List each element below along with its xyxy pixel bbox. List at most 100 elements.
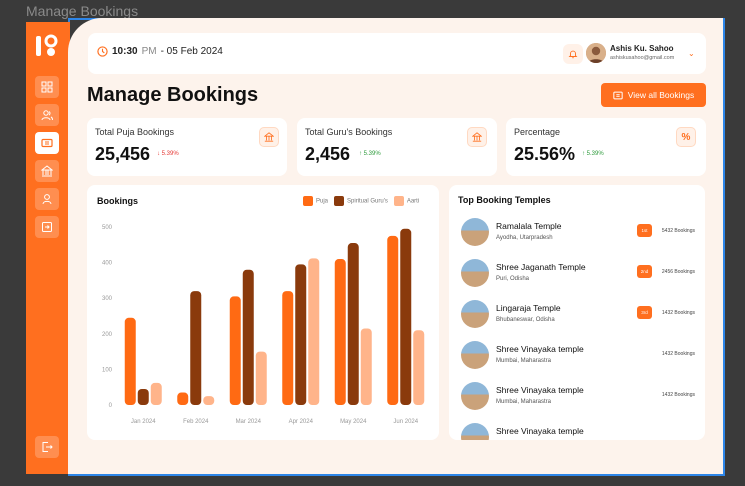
temples-title: Top Booking Temples bbox=[458, 195, 551, 205]
stat-label: Total Puja Bookings bbox=[95, 127, 175, 137]
dashboard-icon bbox=[41, 81, 53, 93]
view-all-bookings-button[interactable]: View all Bookings bbox=[601, 83, 706, 107]
bar-puja-5[interactable] bbox=[387, 235, 399, 405]
export-icon bbox=[42, 222, 52, 232]
bar-aarti-0[interactable] bbox=[150, 382, 162, 405]
temple-list-item[interactable]: Shree Vinayaka temple Mumbai, Maharastra 1… bbox=[461, 341, 697, 381]
x-tick-label: Feb 2024 bbox=[183, 419, 209, 425]
bar-puja-1[interactable] bbox=[177, 392, 189, 405]
y-tick-label: 200 bbox=[102, 332, 113, 338]
temple-list-item[interactable]: Ramalala Temple Ayodha, Utarpradesh 1st 543… bbox=[461, 218, 697, 258]
stat-change-value: 5.39% bbox=[161, 151, 179, 157]
temple-bookings: 1432 Bookings bbox=[661, 351, 695, 357]
bar-puja-0[interactable] bbox=[124, 317, 136, 405]
stat-change: ↑ 5.39% bbox=[582, 151, 604, 157]
temple-thumbnail bbox=[461, 382, 489, 410]
x-tick-label: Apr 2024 bbox=[289, 419, 314, 425]
rank-badge: 1st bbox=[637, 224, 652, 237]
logout-button[interactable] bbox=[35, 436, 59, 458]
bar-puja-3[interactable] bbox=[282, 291, 294, 405]
temple-name: Ramalala Temple bbox=[496, 221, 562, 231]
temple-thumbnail bbox=[461, 341, 489, 369]
top-bar: 10:30 PM - 05 Feb 2024 Ashis Ku. Sahoo a… bbox=[88, 33, 706, 74]
stat-change-value: 5.39% bbox=[363, 151, 381, 157]
temple-location: Bhubaneswar, Odisha bbox=[496, 317, 555, 323]
bar-spiritual-guru-s-0[interactable] bbox=[137, 388, 149, 405]
temple-list-item[interactable]: Shree Jaganath Temple Puri, Odisha 2nd 2456… bbox=[461, 259, 697, 299]
user-email: ashiskusahoo@gmail.com bbox=[610, 55, 675, 61]
sidebar-item-bookings[interactable] bbox=[35, 132, 59, 154]
percentage-icon: % bbox=[676, 127, 696, 147]
bookings-bar-chart: 0 100 200 300 400 500 Jan 2024 Feb 2024 Mar 2024… bbox=[102, 225, 425, 425]
temple-name: Shree Vinayaka temple bbox=[496, 344, 584, 354]
bar-spiritual-guru-s-2[interactable] bbox=[242, 269, 254, 405]
bar-spiritual-guru-s-5[interactable] bbox=[400, 228, 412, 405]
temple-icon bbox=[41, 165, 53, 177]
avatar[interactable] bbox=[586, 43, 606, 63]
bar-aarti-2[interactable] bbox=[255, 351, 267, 405]
temple-bookings: 5432 Bookings bbox=[661, 228, 695, 234]
stat-label: Percentage bbox=[514, 127, 561, 137]
legend-item-aarti: Aarti bbox=[393, 196, 419, 206]
temple-list-item[interactable]: Shree Vinayaka temple bbox=[461, 423, 697, 440]
x-tick-label: Jan 2024 bbox=[131, 419, 156, 425]
chart-title: Bookings bbox=[97, 196, 139, 206]
bar-puja-2[interactable] bbox=[229, 296, 241, 405]
logout-icon bbox=[42, 442, 53, 452]
temple-list-item[interactable]: Lingaraja Temple Bhubaneswar, Odisha 3rd 14… bbox=[461, 300, 697, 340]
guru-stat-icon bbox=[467, 127, 487, 147]
users-icon bbox=[41, 110, 53, 121]
temple-location: Puri, Odisha bbox=[496, 276, 530, 282]
profile-icon bbox=[42, 194, 52, 205]
y-tick-label: 500 bbox=[102, 225, 113, 231]
sidebar-item-temples[interactable] bbox=[35, 160, 59, 182]
sidebar-item-users[interactable] bbox=[35, 104, 59, 126]
bar-puja-4[interactable] bbox=[334, 259, 346, 405]
y-tick-label: 100 bbox=[102, 367, 113, 373]
sidebar-item-dashboard[interactable] bbox=[35, 76, 59, 98]
bar-spiritual-guru-s-4[interactable] bbox=[347, 243, 359, 405]
temple-list-item[interactable]: Shree Vinayaka temple Mumbai, Maharastra 1… bbox=[461, 382, 697, 422]
bookings-chart-card: Bookings Puja Spiritual Guru's Aarti 0 10… bbox=[87, 185, 439, 440]
stat-change: ↑ 5.39% bbox=[359, 151, 381, 157]
bar-aarti-5[interactable] bbox=[413, 330, 425, 405]
time-period: PM bbox=[141, 46, 157, 57]
user-name: Ashis Ku. Sahoo bbox=[610, 44, 674, 53]
bar-aarti-4[interactable] bbox=[360, 328, 372, 405]
temple-name: Shree Jaganath Temple bbox=[496, 262, 586, 272]
arrow-down-icon: ↓ bbox=[157, 151, 160, 157]
bar-aarti-1[interactable] bbox=[203, 396, 215, 405]
stat-value: 25,456 bbox=[95, 144, 151, 164]
temple-bookings: 1432 Bookings bbox=[661, 310, 695, 316]
stat-card-puja: Total Puja Bookings 25,456 ↓ 5.39% bbox=[87, 118, 287, 176]
clock-icon bbox=[97, 46, 108, 57]
puja-stat-icon bbox=[259, 127, 279, 147]
temple-name: Shree Vinayaka temple bbox=[496, 385, 584, 395]
stat-label: Total Guru's Bookings bbox=[305, 127, 393, 137]
temple-location: Mumbai, Maharastra bbox=[496, 358, 552, 364]
bar-aarti-3[interactable] bbox=[308, 258, 320, 405]
temple-thumbnail bbox=[461, 218, 489, 246]
bar-spiritual-guru-s-3[interactable] bbox=[295, 264, 307, 405]
chevron-down-icon[interactable]: ⌄ bbox=[688, 49, 695, 58]
legend-item-puja: Puja bbox=[303, 196, 328, 206]
sidebar-item-export[interactable] bbox=[35, 216, 59, 238]
y-tick-label: 300 bbox=[102, 296, 113, 302]
page-title: Manage Bookings bbox=[87, 84, 259, 106]
bookings-icon bbox=[41, 138, 53, 148]
sidebar-item-profile[interactable] bbox=[35, 188, 59, 210]
y-tick-label: 0 bbox=[109, 403, 113, 409]
rank-badge: 3rd bbox=[637, 306, 652, 319]
temple-location: Ayodha, Utarpradesh bbox=[496, 235, 553, 241]
x-tick-label: Mar 2024 bbox=[236, 419, 262, 425]
notifications-button[interactable] bbox=[563, 44, 583, 64]
ticket-icon bbox=[613, 91, 623, 99]
stat-value: 25.56% bbox=[514, 144, 576, 164]
arrow-up-icon: ↑ bbox=[582, 151, 585, 157]
brand-logo-icon[interactable] bbox=[34, 32, 62, 60]
temple-thumbnail bbox=[461, 300, 489, 328]
bell-icon bbox=[568, 50, 578, 59]
arrow-up-icon: ↑ bbox=[359, 151, 362, 157]
bar-spiritual-guru-s-1[interactable] bbox=[190, 291, 202, 405]
frame-title: Manage Bookings bbox=[26, 3, 139, 19]
